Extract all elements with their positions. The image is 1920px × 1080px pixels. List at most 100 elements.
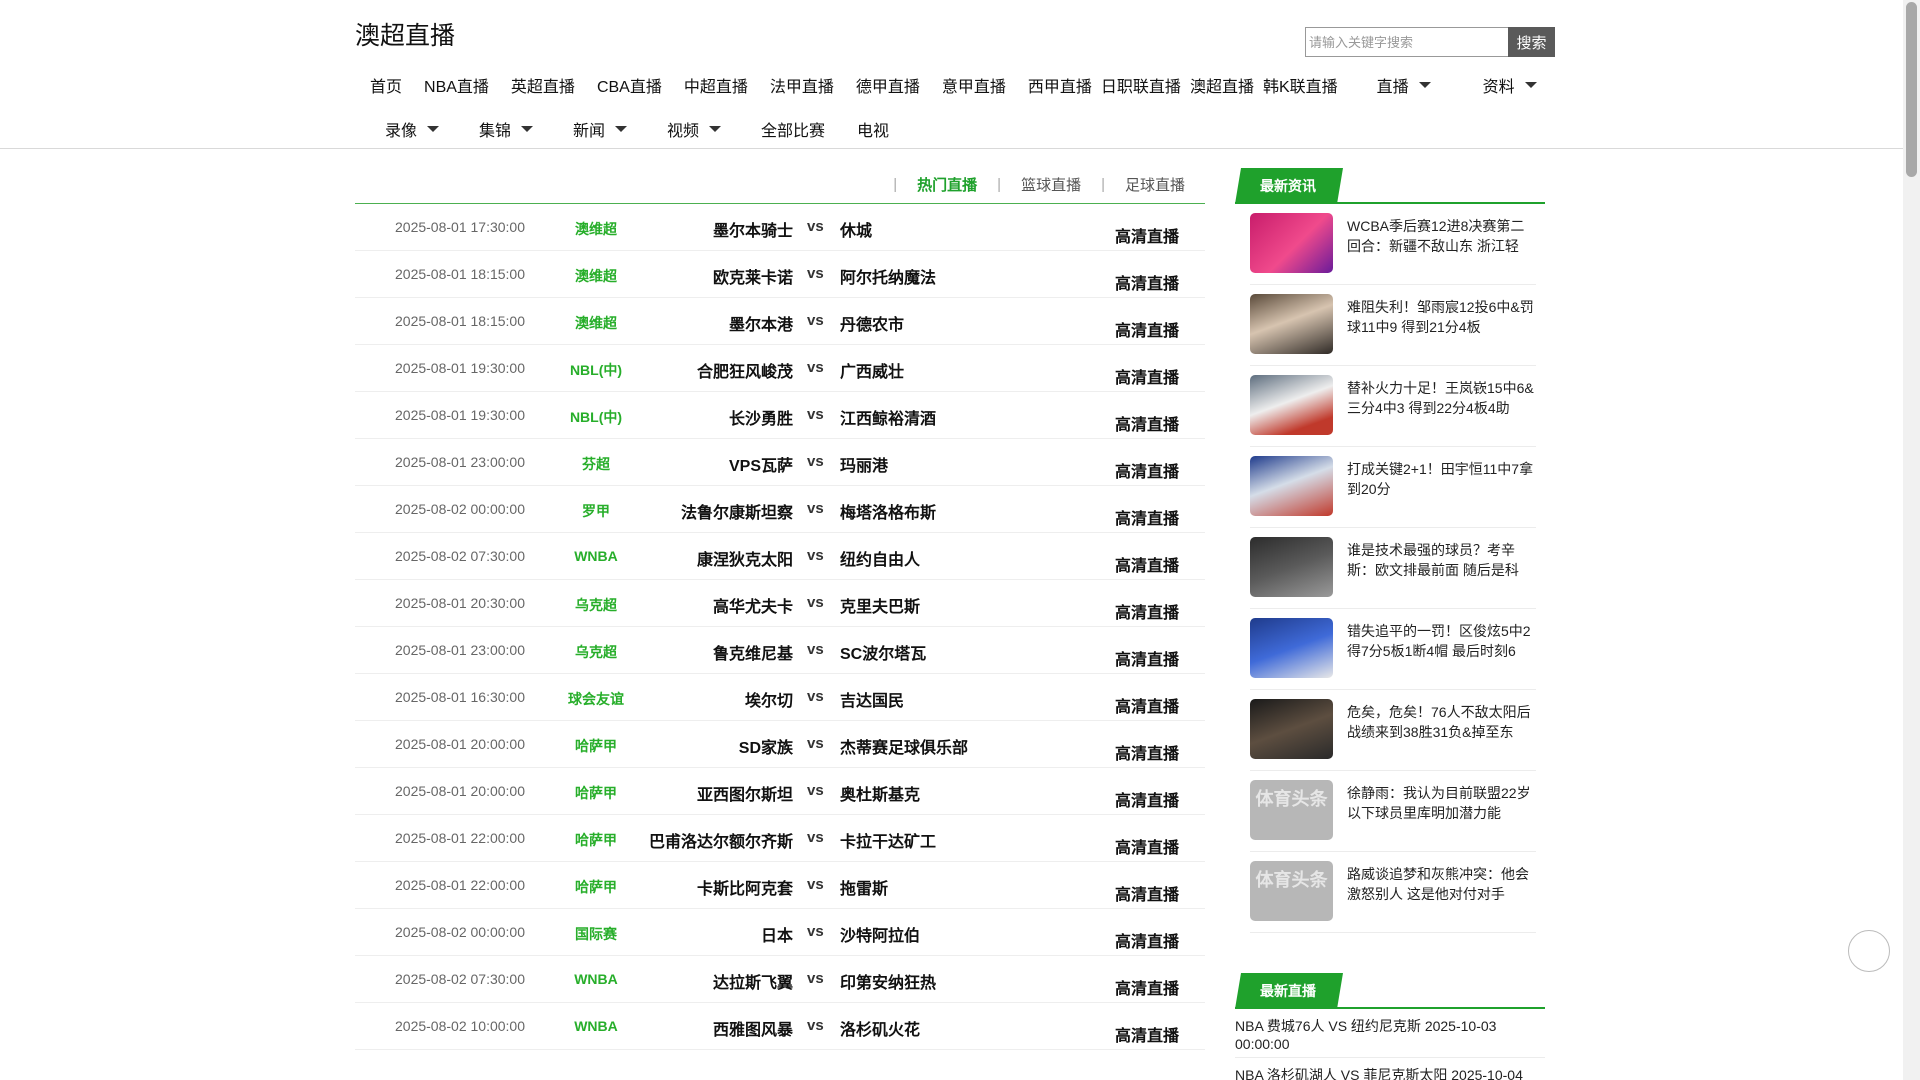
match-league[interactable]: 澳维超 [555,266,637,286]
match-league[interactable]: 澳维超 [555,313,637,333]
hd-live-link[interactable]: 高清直播 [1115,270,1179,294]
search-input[interactable] [1305,27,1508,57]
nav-home[interactable]: 首页 [370,73,402,97]
hd-live-link[interactable]: 高清直播 [1115,317,1179,341]
match-league[interactable]: 乌克超 [555,595,637,615]
news-thumbnail[interactable] [1250,537,1333,597]
nav-jleague-live[interactable]: 日职联直播 [1101,73,1181,97]
news-thumbnail[interactable] [1250,456,1333,516]
match-home-team[interactable]: 墨尔本骑士 [713,217,793,241]
hd-live-link[interactable]: 高清直播 [1115,693,1179,717]
match-league[interactable]: WNBA [555,971,637,987]
match-away-team[interactable]: 奥杜斯基克 [840,781,920,805]
nav-data-dropdown[interactable]: 资料 [1483,73,1537,97]
match-away-team[interactable]: 玛丽港 [840,452,888,476]
nav-tv[interactable]: 电视 [857,117,953,141]
match-home-team[interactable]: 日本 [761,922,793,946]
tab-hot-live[interactable]: 热门直播 [917,174,977,195]
match-away-team[interactable]: 拖雷斯 [840,875,888,899]
hd-live-link[interactable]: 高清直播 [1115,552,1179,576]
match-home-team[interactable]: 亚西图尔斯坦 [697,781,793,805]
match-league[interactable]: 澳维超 [555,219,637,239]
match-home-team[interactable]: 法鲁尔康斯坦察 [681,499,793,523]
match-home-team[interactable]: 埃尔切 [745,687,793,711]
match-away-team[interactable]: 杰蒂赛足球俱乐部 [840,734,968,758]
match-away-team[interactable]: 卡拉干达矿工 [840,828,936,852]
news-item[interactable]: 打成关键2+1！田宇恒11中7拿到20分 [1250,447,1536,528]
match-away-team[interactable]: 梅塔洛格布斯 [840,499,936,523]
nav-aleague-live[interactable]: 澳超直播 [1190,73,1254,97]
match-away-team[interactable]: 洛杉矶火花 [840,1016,920,1040]
nav-laliga-live[interactable]: 西甲直播 [1028,73,1092,97]
match-home-team[interactable]: 高华尤夫卡 [713,593,793,617]
nav-bundesliga-live[interactable]: 德甲直播 [856,73,920,97]
nav-epl-live[interactable]: 英超直播 [511,73,575,97]
tab-basketball-live[interactable]: 篮球直播 [1021,174,1081,195]
match-home-team[interactable]: 康涅狄克太阳 [697,546,793,570]
tab-football-live[interactable]: 足球直播 [1125,174,1185,195]
hd-live-link[interactable]: 高清直播 [1115,881,1179,905]
hd-live-link[interactable]: 高清直播 [1115,834,1179,858]
match-league[interactable]: 哈萨甲 [555,736,637,756]
hd-live-link[interactable]: 高清直播 [1115,740,1179,764]
match-away-team[interactable]: 广西威壮 [840,358,904,382]
match-home-team[interactable]: 长沙勇胜 [729,405,793,429]
nav-seriea-live[interactable]: 意甲直播 [942,73,1006,97]
hd-live-link[interactable]: 高清直播 [1115,1022,1179,1046]
match-league[interactable]: 球会友谊 [555,689,637,709]
page-scrollbar[interactable] [1903,0,1920,1080]
nav-csl-live[interactable]: 中超直播 [684,73,748,97]
match-league[interactable]: 国际赛 [555,924,637,944]
match-league[interactable]: WNBA [555,1018,637,1034]
news-thumbnail[interactable] [1250,213,1333,273]
news-item[interactable]: 危矣，危矣！76人不敌太阳后战绩来到38胜31负&掉至东 [1250,690,1536,771]
news-title[interactable]: 谁是技术最强的球员？考辛斯：欧文排最前面 随后是科 [1347,540,1535,582]
nav-ligue1-live[interactable]: 法甲直播 [770,73,834,97]
hd-live-link[interactable]: 高清直播 [1115,223,1179,247]
nav-kleague-live[interactable]: 韩K联直播 [1263,73,1338,97]
match-league[interactable]: NBL(中) [555,360,637,380]
match-home-team[interactable]: 西雅图风暴 [713,1016,793,1040]
match-home-team[interactable]: 巴甫洛达尔额尔齐斯 [649,828,793,852]
hd-live-link[interactable]: 高清直播 [1115,411,1179,435]
hd-live-link[interactable]: 高清直播 [1115,787,1179,811]
match-away-team[interactable]: 阿尔托纳魔法 [840,264,936,288]
nav-cba-live[interactable]: CBA直播 [597,73,662,97]
news-thumbnail[interactable] [1250,618,1333,678]
hd-live-link[interactable]: 高清直播 [1115,928,1179,952]
hd-live-link[interactable]: 高清直播 [1115,458,1179,482]
match-home-team[interactable]: 欧克莱卡诺 [713,264,793,288]
news-item[interactable]: 错失追平的一罚！区俊炫5中2得7分5板1断4帽 最后时刻6 [1250,609,1536,690]
match-league[interactable]: NBL(中) [555,407,637,427]
match-away-team[interactable]: 沙特阿拉伯 [840,922,920,946]
hd-live-link[interactable]: 高清直播 [1115,505,1179,529]
match-away-team[interactable]: 丹德农市 [840,311,904,335]
match-home-team[interactable]: 鲁克维尼基 [713,640,793,664]
page-scroll-thumb[interactable] [1906,2,1917,177]
news-title[interactable]: 替补火力十足！王岚嵚15中6&三分4中3 得到22分4板4助 [1347,378,1535,420]
match-home-team[interactable]: 达拉斯飞翼 [713,969,793,993]
match-league[interactable]: 哈萨甲 [555,830,637,850]
match-away-team[interactable]: 克里夫巴斯 [840,593,920,617]
news-thumbnail[interactable] [1250,699,1333,759]
match-league[interactable]: 芬超 [555,454,637,474]
hd-live-link[interactable]: 高清直播 [1115,975,1179,999]
match-league[interactable]: 哈萨甲 [555,783,637,803]
search-button[interactable]: 搜索 [1508,27,1555,57]
nav-highlights-dropdown[interactable]: 集锦 [479,117,573,141]
nav-live-dropdown[interactable]: 直播 [1377,73,1431,97]
match-away-team[interactable]: 印第安纳狂热 [840,969,936,993]
news-thumbnail[interactable] [1250,375,1333,435]
news-thumbnail[interactable]: 体育头条 [1250,780,1333,840]
match-away-team[interactable]: 纽约自由人 [840,546,920,570]
nav-nba-live[interactable]: NBA直播 [424,73,489,97]
news-title[interactable]: 路威谈追梦和灰熊冲突：他会激怒别人 这是他对付对手 [1347,864,1535,906]
nav-video-dropdown[interactable]: 视频 [667,117,761,141]
news-thumbnail[interactable]: 体育头条 [1250,861,1333,921]
match-league[interactable]: WNBA [555,548,637,564]
match-away-team[interactable]: 江西鲸裕清酒 [840,405,936,429]
news-title[interactable]: WCBA季后赛12进8决赛第二回合：新疆不敌山东 浙江轻 [1347,216,1535,258]
nav-replay-dropdown[interactable]: 录像 [385,117,479,141]
news-item[interactable]: 难阻失利！邹雨宸12投6中&罚球11中9 得到21分4板 [1250,285,1536,366]
news-title[interactable]: 危矣，危矣！76人不敌太阳后战绩来到38胜31负&掉至东 [1347,702,1535,744]
